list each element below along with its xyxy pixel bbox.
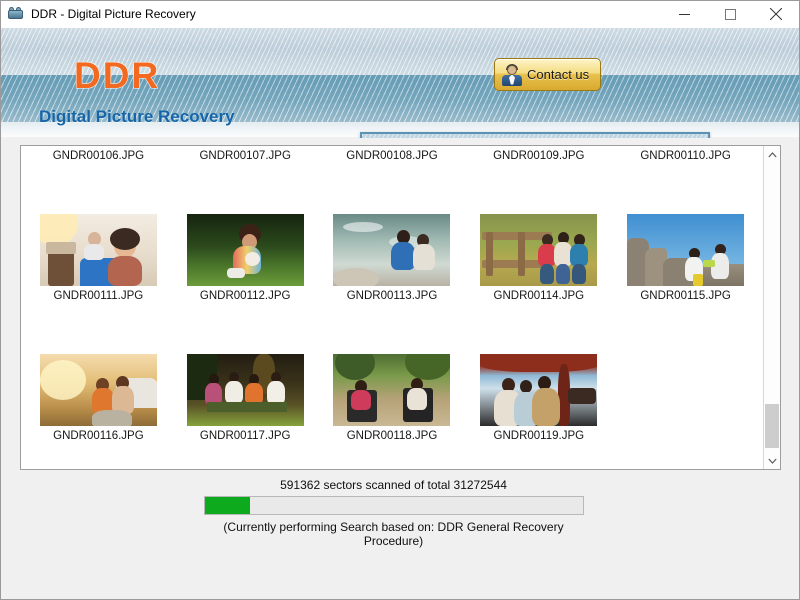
sectors-scanned-label: 591362 sectors scanned of total 31272544 [280, 478, 507, 492]
chevron-up-icon[interactable] [764, 146, 780, 163]
window-controls [661, 1, 799, 27]
window-title: DDR - Digital Picture Recovery [31, 7, 196, 21]
ddr-logo: DDR [73, 55, 161, 97]
person-icon [501, 63, 523, 86]
chevron-down-icon[interactable] [764, 452, 780, 469]
thumbnail-label: GNDR00119.JPG [493, 430, 585, 442]
minimize-icon[interactable] [661, 1, 707, 27]
application-window: DDR - Digital Picture Recovery DDR Digit… [0, 0, 800, 600]
thumbnail-image[interactable] [39, 214, 157, 286]
thumbnail-image[interactable] [333, 354, 451, 426]
thumbnail-item[interactable]: GNDR00114.JPG [465, 214, 612, 302]
thumbnail-item[interactable]: GNDR00113.JPG [319, 214, 466, 302]
thumbnail-item[interactable]: GNDR00116.JPG [25, 354, 172, 442]
app-header: DDR Digital Picture Recovery Contact us … [1, 28, 799, 138]
website-banner-text: Data-Recovery-Digital-Camera.com [371, 137, 699, 138]
maximize-icon[interactable] [707, 1, 753, 27]
camera-icon [8, 6, 24, 22]
scan-progress-bar [203, 496, 584, 515]
title-bar: DDR - Digital Picture Recovery [1, 1, 799, 28]
thumbnail-label: GNDR00106.JPG [52, 150, 145, 162]
thumbnail-item[interactable]: GNDR00110.JPG [612, 146, 759, 162]
thumbnail-label: GNDR00113.JPG [346, 290, 438, 302]
thumbnail-item[interactable]: GNDR00117.JPG [172, 354, 319, 442]
thumbnail-label: GNDR00108.JPG [346, 150, 438, 162]
scan-progress-section: 591362 sectors scanned of total 31272544… [196, 478, 591, 548]
contact-us-label: Contact us [527, 67, 590, 82]
thumbnail-item[interactable]: GNDR00118.JPG [319, 354, 466, 442]
thumbnail-item[interactable]: GNDR00111.JPG [25, 214, 172, 302]
thumbnail-label: GNDR00118.JPG [346, 430, 438, 442]
thumbnail-item[interactable]: GNDR00112.JPG [172, 214, 319, 302]
thumbnail-label: GNDR00117.JPG [199, 430, 291, 442]
thumbnail-image[interactable] [627, 214, 745, 286]
thumbnail-row: GNDR00116.JPG GNDR00117.JPG GNDR00118.JP… [21, 354, 763, 442]
thumbnail-scrollbar[interactable] [763, 146, 780, 469]
thumbnail-item [612, 354, 759, 442]
scrollbar-thumb[interactable] [765, 404, 779, 448]
thumbnail-label: GNDR00116.JPG [53, 430, 144, 442]
thumbnail-item[interactable]: GNDR00119.JPG [465, 354, 612, 442]
thumbnail-label: GNDR00107.JPG [199, 150, 291, 162]
thumbnail-item[interactable]: GNDR00108.JPG [319, 146, 466, 162]
thumbnail-scroll-area: GNDR00106.JPG GNDR00107.JPG GNDR00108.JP… [21, 146, 763, 469]
thumbnail-label: GNDR00114.JPG [493, 290, 585, 302]
thumbnail-label: GNDR00110.JPG [640, 150, 731, 162]
thumbnail-item[interactable]: GNDR00115.JPG [612, 214, 759, 302]
thumbnail-label: GNDR00111.JPG [53, 290, 144, 302]
recovery-procedure-label: (Currently performing Search based on: D… [223, 520, 564, 548]
thumbnail-label: GNDR00115.JPG [640, 290, 731, 302]
thumbnail-image[interactable] [186, 354, 304, 426]
thumbnail-label: GNDR00109.JPG [493, 150, 585, 162]
thumbnail-item[interactable]: GNDR00107.JPG [172, 146, 319, 162]
thumbnail-row: GNDR00111.JPG GNDR00112.JPG GNDR00113.JP… [21, 214, 763, 302]
thumbnail-row: GNDR00106.JPG GNDR00107.JPG GNDR00108.JP… [21, 146, 763, 162]
thumbnail-image[interactable] [333, 214, 451, 286]
thumbnail-panel: GNDR00106.JPG GNDR00107.JPG GNDR00108.JP… [20, 145, 781, 470]
close-icon[interactable] [753, 1, 799, 27]
thumbnail-image[interactable] [480, 354, 598, 426]
contact-us-button[interactable]: Contact us [494, 58, 601, 91]
main-content: GNDR00106.JPG GNDR00107.JPG GNDR00108.JP… [1, 137, 799, 599]
app-subtitle: Digital Picture Recovery [39, 107, 235, 126]
thumbnail-item[interactable]: GNDR00106.JPG [25, 146, 172, 162]
thumbnail-item[interactable]: GNDR00109.JPG [465, 146, 612, 162]
thumbnail-image[interactable] [39, 354, 157, 426]
website-banner: Data-Recovery-Digital-Camera.com [360, 132, 711, 138]
scan-progress-fill [204, 497, 250, 514]
thumbnail-image[interactable] [186, 214, 304, 286]
thumbnail-image[interactable] [480, 214, 598, 286]
thumbnail-label: GNDR00112.JPG [199, 290, 291, 302]
